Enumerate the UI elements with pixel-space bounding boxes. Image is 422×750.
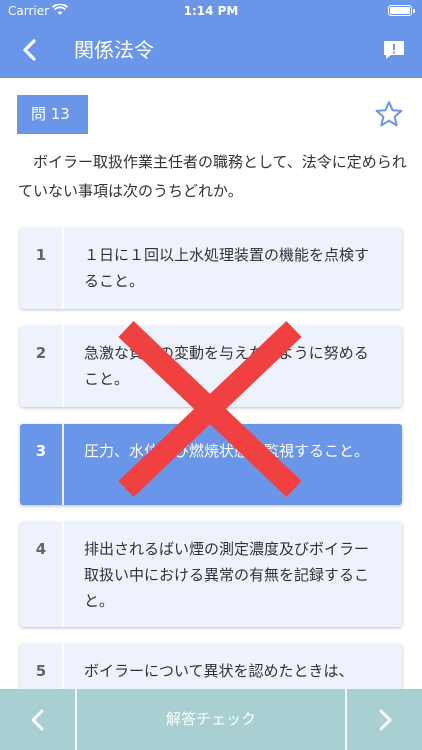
question-number-badge: 問 13: [17, 95, 88, 134]
choice-text: 排出されるばい煙の測定濃度及びボイラー取扱い中における異常の有無を記録すること。: [84, 540, 370, 610]
clock: 1:14 PM: [183, 4, 239, 18]
chevron-left-icon[interactable]: [18, 36, 42, 64]
choice-option-3[interactable]: 3 圧力、水位及び燃焼状態を監視すること。: [20, 424, 402, 505]
choice-divider: [62, 522, 64, 627]
choice-text: １日に１回以上水処理装置の機能を点検すること。: [84, 246, 370, 290]
choice-number: 2: [35, 344, 47, 362]
bottom-toolbar: 解答チェック: [0, 689, 422, 750]
previous-question-button[interactable]: [0, 689, 75, 750]
choice-text: ボイラーについて異状を認めたときは、: [84, 662, 354, 680]
choice-text: 圧力、水位及び燃焼状態を監視すること。: [84, 442, 370, 460]
status-bar: Carrier 1:14 PM: [0, 0, 422, 22]
choice-number: 3: [35, 442, 47, 460]
choice-option-2[interactable]: 2 急激な負荷の変動を与えないように努めること。: [20, 326, 402, 407]
choice-option-4[interactable]: 4 排出されるばい煙の測定濃度及びボイラー取扱い中における異常の有無を記録するこ…: [20, 522, 402, 627]
choice-option-1[interactable]: 1 １日に１回以上水処理装置の機能を点検すること。: [20, 228, 402, 309]
choice-divider: [62, 424, 64, 505]
choice-number: 1: [35, 246, 47, 264]
page-title: 関係法令: [74, 38, 154, 62]
choice-number: 4: [35, 540, 47, 558]
report-icon[interactable]: [382, 38, 406, 62]
battery-icon: [388, 5, 415, 16]
navigation-bar: 関係法令: [0, 22, 422, 78]
chevron-left-icon: [31, 709, 44, 731]
choice-divider: [62, 326, 64, 407]
question-text: ボイラー取扱作業主任者の職務として、法令に定められていない事項は次のうちどれか。: [18, 153, 407, 200]
choice-number: 5: [35, 662, 47, 680]
next-question-button[interactable]: [347, 689, 422, 750]
chevron-right-icon: [379, 709, 392, 731]
star-icon[interactable]: [374, 99, 404, 129]
choice-divider: [62, 228, 64, 309]
choice-text: 急激な負荷の変動を与えないように努めること。: [84, 344, 369, 388]
check-answer-button[interactable]: 解答チェック: [77, 689, 345, 750]
